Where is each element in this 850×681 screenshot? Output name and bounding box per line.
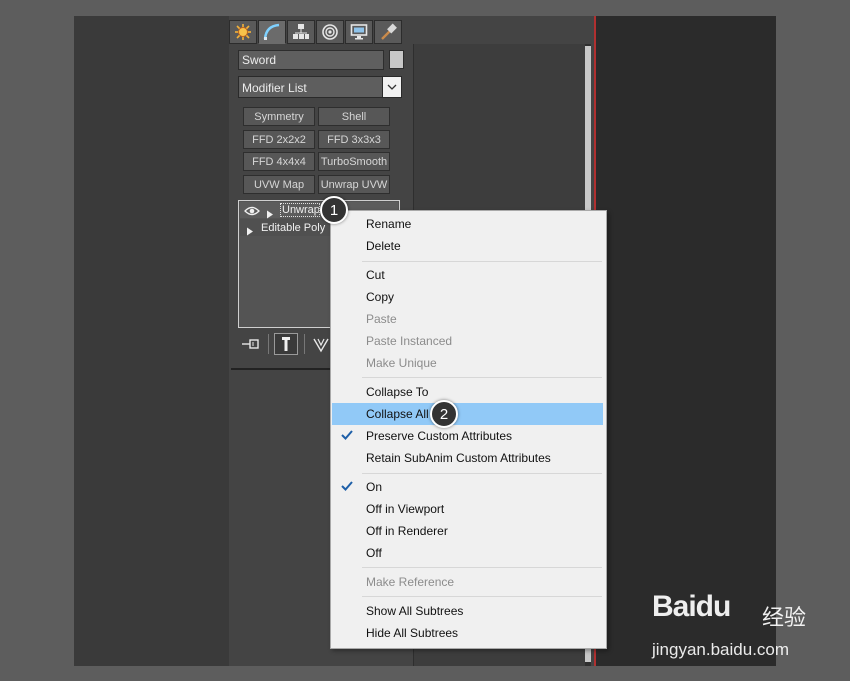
watermark: Baidu 经验 jingyan.baidu.com — [652, 590, 822, 670]
modifier-button-turbosmooth[interactable]: TurboSmooth — [318, 152, 390, 171]
rollout-separator — [231, 368, 333, 370]
menu-item-off-in-viewport[interactable]: Off in Viewport — [332, 498, 603, 520]
eye-icon[interactable] — [244, 204, 260, 222]
menu-item-hide-all-subtrees[interactable]: Hide All Subtrees — [332, 622, 603, 644]
menu-item-collapse-to[interactable]: Collapse To — [332, 381, 603, 403]
hierarchy-icon — [293, 24, 309, 39]
tab-display[interactable] — [345, 20, 373, 44]
object-name-field[interactable]: Sword — [238, 50, 384, 70]
menu-item-make-unique[interactable]: Make Unique — [332, 352, 603, 374]
modifier-list-dropdown[interactable]: Modifier List — [238, 76, 402, 98]
menu-separator — [362, 261, 602, 262]
tab-motion[interactable] — [316, 20, 344, 44]
tab-modify[interactable] — [258, 20, 286, 44]
expand-triangle-icon[interactable] — [246, 223, 254, 241]
modifier-list-label: Modifier List — [242, 81, 307, 95]
menu-item-off[interactable]: Off — [332, 542, 603, 564]
watermark-cn-text: 经验 — [762, 605, 807, 630]
tab-create[interactable] — [229, 20, 257, 44]
modifier-button-shell[interactable]: Shell — [318, 107, 390, 126]
hammer-icon — [381, 23, 397, 40]
modifier-button-ffd-2x2x2[interactable]: FFD 2x2x2 — [243, 130, 315, 149]
checkmark-icon — [340, 479, 354, 493]
display-monitor-icon — [350, 24, 368, 40]
step-badge-1: 1 — [320, 196, 348, 224]
checkmark-icon — [340, 428, 354, 442]
step-badge-2: 2 — [430, 400, 458, 428]
modifier-button-unwrap-uvw[interactable]: Unwrap UVW — [318, 175, 390, 194]
watermark-logo: Baidu — [652, 590, 731, 623]
menu-item-on[interactable]: On — [332, 476, 603, 498]
menu-separator — [362, 473, 602, 474]
menu-item-make-reference[interactable]: Make Reference — [332, 571, 603, 593]
menu-item-off-in-renderer[interactable]: Off in Renderer — [332, 520, 603, 542]
stack-item-label: Editable Poly — [261, 222, 326, 234]
make-unique-icon[interactable] — [313, 337, 329, 358]
chevron-down-icon[interactable] — [382, 77, 401, 97]
menu-item-cut[interactable]: Cut — [332, 264, 603, 286]
toolbar-divider — [268, 334, 269, 354]
show-end-result-button[interactable] — [274, 333, 298, 355]
end-result-icon — [282, 337, 290, 351]
menu-item-retain-subanim-custom-attributes[interactable]: Retain SubAnim Custom Attributes — [332, 447, 603, 469]
menu-item-paste[interactable]: Paste — [332, 308, 603, 330]
modifier-stack-context-menu: Rename Delete Cut Copy Paste Paste Insta… — [330, 210, 607, 649]
menu-item-collapse-all[interactable]: Collapse All — [332, 403, 603, 425]
modify-arc-icon — [263, 23, 280, 40]
menu-item-copy[interactable]: Copy — [332, 286, 603, 308]
menu-item-show-all-subtrees[interactable]: Show All Subtrees — [332, 600, 603, 622]
menu-separator — [362, 567, 602, 568]
menu-item-rename[interactable]: Rename — [332, 213, 603, 235]
toolbar-divider — [304, 334, 305, 354]
tab-hierarchy[interactable] — [287, 20, 315, 44]
modifier-button-ffd-3x3x3[interactable]: FFD 3x3x3 — [318, 130, 390, 149]
pin-stack-icon[interactable] — [241, 337, 261, 356]
modifier-button-uvw-map[interactable]: UVW Map — [243, 175, 315, 194]
viewport-area[interactable] — [596, 16, 776, 666]
sun-icon — [235, 24, 251, 40]
watermark-url: jingyan.baidu.com — [652, 640, 790, 659]
stack-item-label: Unwrap UVW — [280, 203, 320, 217]
tab-utilities[interactable] — [374, 20, 402, 44]
modifier-button-symmetry[interactable]: Symmetry — [243, 107, 315, 126]
menu-item-delete[interactable]: Delete — [332, 235, 603, 257]
menu-item-paste-instanced[interactable]: Paste Instanced — [332, 330, 603, 352]
menu-separator — [362, 377, 602, 378]
modifier-button-ffd-4x4x4[interactable]: FFD 4x4x4 — [243, 152, 315, 171]
menu-separator — [362, 596, 602, 597]
menu-item-preserve-custom-attributes[interactable]: Preserve Custom Attributes — [332, 425, 603, 447]
object-color-swatch[interactable] — [389, 50, 404, 69]
motion-icon — [322, 24, 338, 40]
